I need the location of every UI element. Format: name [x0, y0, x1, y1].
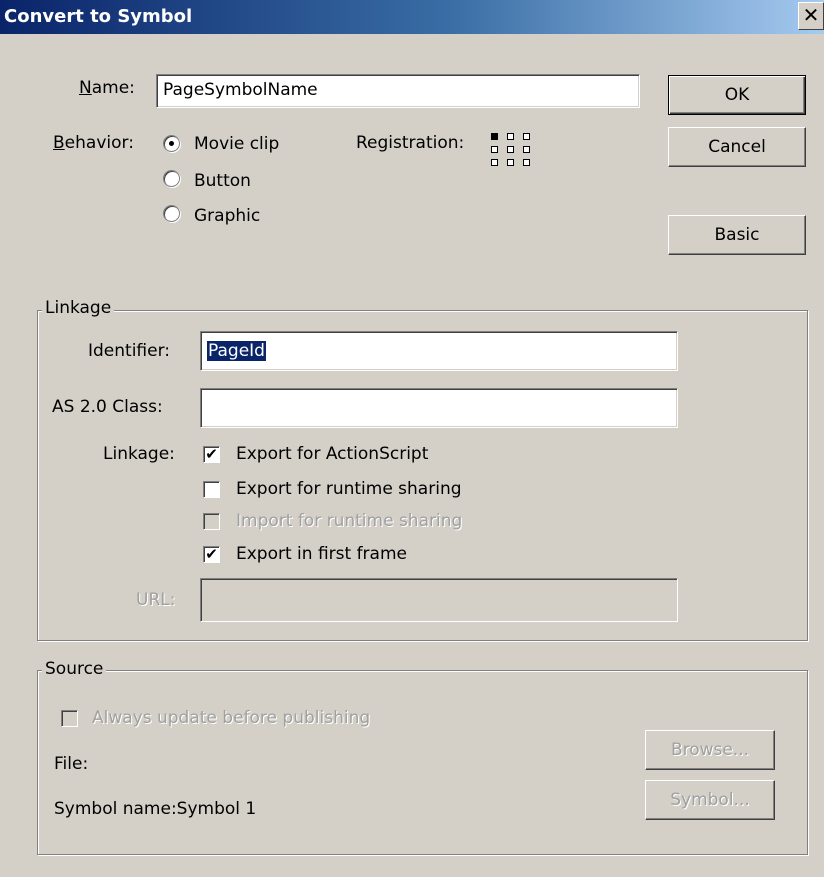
window-title: Convert to Symbol — [4, 6, 193, 27]
browse-button[interactable]: Browse... — [645, 730, 775, 770]
linkage-label: Linkage: — [103, 444, 175, 464]
registration-cell-top-right[interactable] — [523, 133, 530, 140]
ok-button[interactable]: OK — [668, 75, 806, 115]
registration-cell-top-left[interactable] — [491, 133, 498, 140]
always-update-checkbox[interactable] — [61, 710, 78, 727]
basic-button[interactable]: Basic — [668, 215, 806, 255]
source-group-label: Source — [42, 659, 107, 679]
title-bar: Convert to Symbol ✕ — [0, 0, 824, 34]
export-runtime-sharing-label: Export for runtime sharing — [236, 479, 462, 499]
export-actionscript-label: Export for ActionScript — [236, 444, 429, 464]
registration-cell-middle-left[interactable] — [491, 146, 498, 153]
symbol-button[interactable]: Symbol... — [645, 780, 775, 820]
export-first-frame-checkbox[interactable]: ✔ — [203, 546, 220, 563]
as2-class-input[interactable] — [200, 388, 678, 428]
graphic-label: Graphic — [194, 206, 261, 226]
import-runtime-sharing-checkbox[interactable] — [203, 513, 220, 530]
registration-cell-top-center[interactable] — [507, 133, 514, 140]
linkage-group-label: Linkage — [42, 298, 115, 318]
graphic-radio[interactable] — [163, 205, 180, 222]
movie-clip-radio[interactable] — [163, 135, 180, 152]
export-actionscript-checkbox[interactable]: ✔ — [203, 446, 220, 463]
identifier-input[interactable]: PageId — [200, 331, 678, 371]
registration-cell-middle-right[interactable] — [523, 146, 530, 153]
registration-label: Registration: — [356, 133, 465, 153]
button-label: Button — [194, 171, 251, 191]
close-icon[interactable]: ✕ — [798, 2, 824, 30]
always-update-label: Always update before publishing — [92, 708, 371, 728]
symbol-name-label: Symbol name:Symbol 1 — [54, 799, 257, 819]
as2-class-label: AS 2.0 Class: — [52, 397, 163, 417]
file-label: File: — [54, 754, 89, 774]
import-runtime-sharing-label: Import for runtime sharing — [236, 511, 463, 531]
movie-clip-label: Movie clip — [194, 134, 280, 154]
registration-grid[interactable] — [491, 133, 537, 173]
export-runtime-sharing-checkbox[interactable] — [203, 481, 220, 498]
cancel-button[interactable]: Cancel — [668, 127, 806, 167]
registration-cell-bottom-left[interactable] — [491, 159, 498, 166]
url-label: URL: — [136, 590, 176, 610]
identifier-label: Identifier: — [88, 341, 171, 361]
name-label: Name: — [79, 78, 135, 98]
behavior-label: Behavior: — [53, 133, 134, 153]
button-radio[interactable] — [163, 170, 180, 187]
registration-cell-bottom-center[interactable] — [507, 159, 514, 166]
registration-cell-center[interactable] — [507, 146, 514, 153]
name-input[interactable]: PageSymbolName — [156, 74, 640, 108]
registration-cell-bottom-right[interactable] — [523, 159, 530, 166]
url-input[interactable] — [200, 578, 678, 622]
export-first-frame-label: Export in first frame — [236, 544, 407, 564]
